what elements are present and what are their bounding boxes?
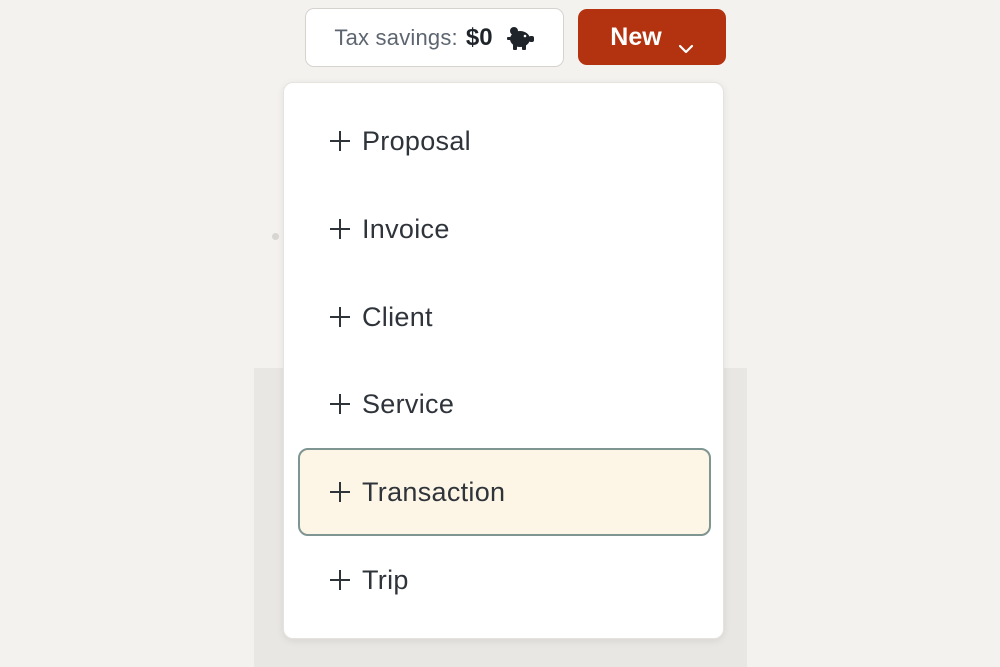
tax-savings-label: Tax savings: [334, 24, 458, 50]
chevron-down-icon [678, 32, 694, 54]
new-dropdown-menu: Proposal Invoice Client Service Transact… [283, 82, 724, 639]
menu-item-client[interactable]: Client [298, 273, 711, 361]
plus-icon [330, 394, 350, 414]
background-dot [272, 233, 279, 240]
menu-item-proposal[interactable]: Proposal [298, 97, 711, 185]
menu-item-transaction[interactable]: Transaction [298, 448, 711, 536]
menu-item-label: Transaction [362, 476, 506, 507]
menu-item-label: Client [362, 301, 433, 332]
plus-icon [330, 219, 350, 239]
menu-item-label: Proposal [362, 125, 471, 156]
menu-item-service[interactable]: Service [298, 360, 711, 448]
menu-item-label: Trip [362, 564, 409, 595]
piggy-bank-icon [505, 25, 535, 51]
new-button-label: New [610, 22, 662, 51]
menu-item-label: Service [362, 388, 455, 419]
menu-item-invoice[interactable]: Invoice [298, 185, 711, 273]
plus-icon [330, 131, 350, 151]
app-stage: Tax savings: $0 New Proposal Invoice Cli… [0, 0, 1000, 667]
plus-icon [330, 570, 350, 590]
menu-item-trip[interactable]: Trip [298, 536, 711, 624]
plus-icon [330, 307, 350, 327]
tax-savings-button[interactable]: Tax savings: $0 [305, 8, 564, 67]
tax-savings-value: $0 [465, 23, 493, 51]
menu-item-label: Invoice [362, 213, 450, 244]
plus-icon [330, 482, 350, 502]
new-button[interactable]: New [578, 9, 726, 65]
